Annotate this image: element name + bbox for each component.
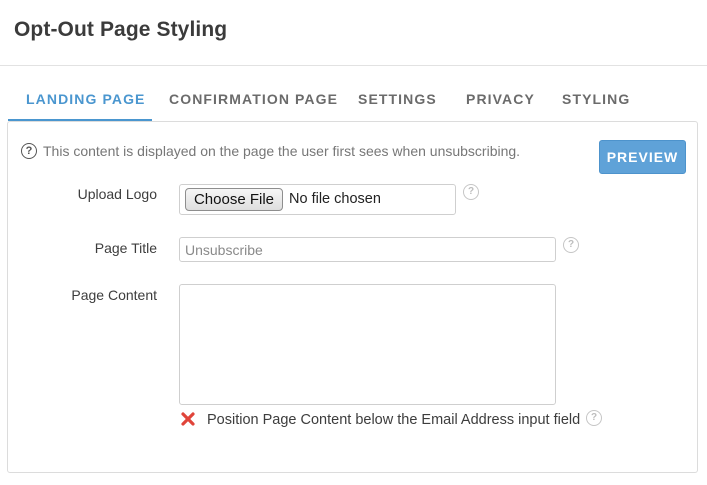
- tab-settings[interactable]: SETTINGS: [358, 91, 437, 107]
- page-content-label: Page Content: [71, 287, 157, 303]
- choose-file-button[interactable]: Choose File: [185, 188, 283, 211]
- tab-privacy[interactable]: PRIVACY: [466, 91, 535, 107]
- question-circle-icon: ?: [21, 143, 37, 159]
- tab-landing-page[interactable]: LANDING PAGE: [26, 91, 146, 107]
- page-title: Opt-Out Page Styling: [14, 18, 228, 41]
- page-header: Opt-Out Page Styling: [0, 0, 707, 66]
- tab-styling[interactable]: STYLING: [562, 91, 630, 107]
- position-content-label: Position Page Content below the Email Ad…: [207, 412, 581, 428]
- tab-confirmation-page[interactable]: CONFIRMATION PAGE: [169, 91, 338, 107]
- page-title-help-icon[interactable]: ?: [563, 237, 579, 253]
- file-status-text: No file chosen: [289, 191, 381, 207]
- tab-bar: LANDING PAGE CONFIRMATION PAGE SETTINGS …: [0, 66, 707, 122]
- upload-logo-label: Upload Logo: [77, 186, 157, 202]
- page-title-label: Page Title: [94, 240, 157, 256]
- position-content-help-icon[interactable]: ?: [586, 410, 602, 426]
- page-title-input[interactable]: [179, 237, 556, 262]
- preview-button[interactable]: PREVIEW: [599, 140, 686, 174]
- info-row: ? This content is displayed on the page …: [21, 141, 520, 161]
- page-content-textarea[interactable]: [179, 284, 556, 405]
- info-text: This content is displayed on the page th…: [43, 143, 521, 159]
- upload-logo-help-icon[interactable]: ?: [463, 184, 479, 200]
- upload-logo-field[interactable]: Choose File No file chosen: [179, 184, 456, 215]
- red-x-icon[interactable]: [180, 411, 196, 427]
